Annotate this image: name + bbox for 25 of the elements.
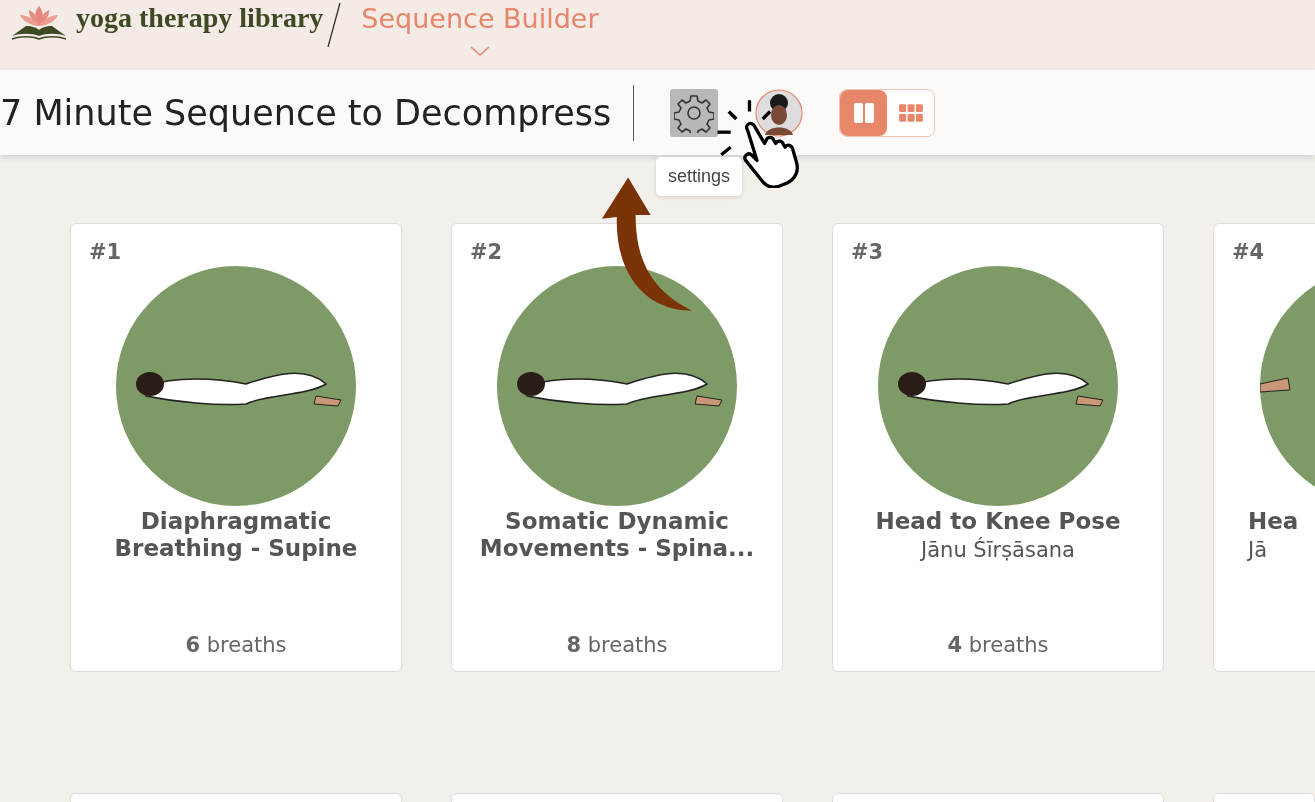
- settings-tooltip: settings: [656, 157, 743, 196]
- brand-name[interactable]: yoga therapy library: [76, 2, 324, 34]
- columns-icon: [851, 100, 876, 125]
- pose-name: Hea: [1248, 508, 1299, 535]
- pose-number: #2: [470, 240, 503, 264]
- pose-name: Diaphragmatic Breathing - Supine: [113, 508, 359, 562]
- pose-number: #3: [851, 240, 884, 264]
- breath-count: 4 breaths: [946, 633, 1050, 657]
- sanskrit-name: Jā: [1248, 538, 1268, 562]
- pose-card[interactable]: #1 Diaphragmatic Breathing - Supine 6 breaths: [70, 223, 402, 672]
- sequence-title: 7 Minute Sequence to Decompress: [0, 92, 612, 133]
- pose-name: Head to Knee Pose: [874, 508, 1122, 535]
- settings-button[interactable]: [670, 88, 719, 137]
- pose-name: Somatic Dynamic Movements - Spina...: [478, 508, 756, 562]
- breath-count: 8 breaths: [565, 633, 669, 657]
- sanskrit-name: Jānu Śīrṣāsana: [921, 538, 1075, 562]
- avatar[interactable]: [755, 88, 804, 137]
- breath-count: 6 breaths: [184, 633, 288, 657]
- pose-card[interactable]: #4 Hea Jā: [1213, 223, 1315, 672]
- pose-card[interactable]: #2 Somatic Dynamic Movements - Spina... 8 breaths: [451, 223, 783, 672]
- pose-number: #1: [89, 240, 122, 264]
- column-view-button[interactable]: [840, 89, 888, 136]
- pose-card[interactable]: #3 Head to Knee Pose Jānu Śīrṣāsana 4 breaths: [832, 223, 1164, 672]
- breadcrumb-slash-icon: [327, 2, 342, 48]
- pose-number: #4: [1232, 240, 1265, 264]
